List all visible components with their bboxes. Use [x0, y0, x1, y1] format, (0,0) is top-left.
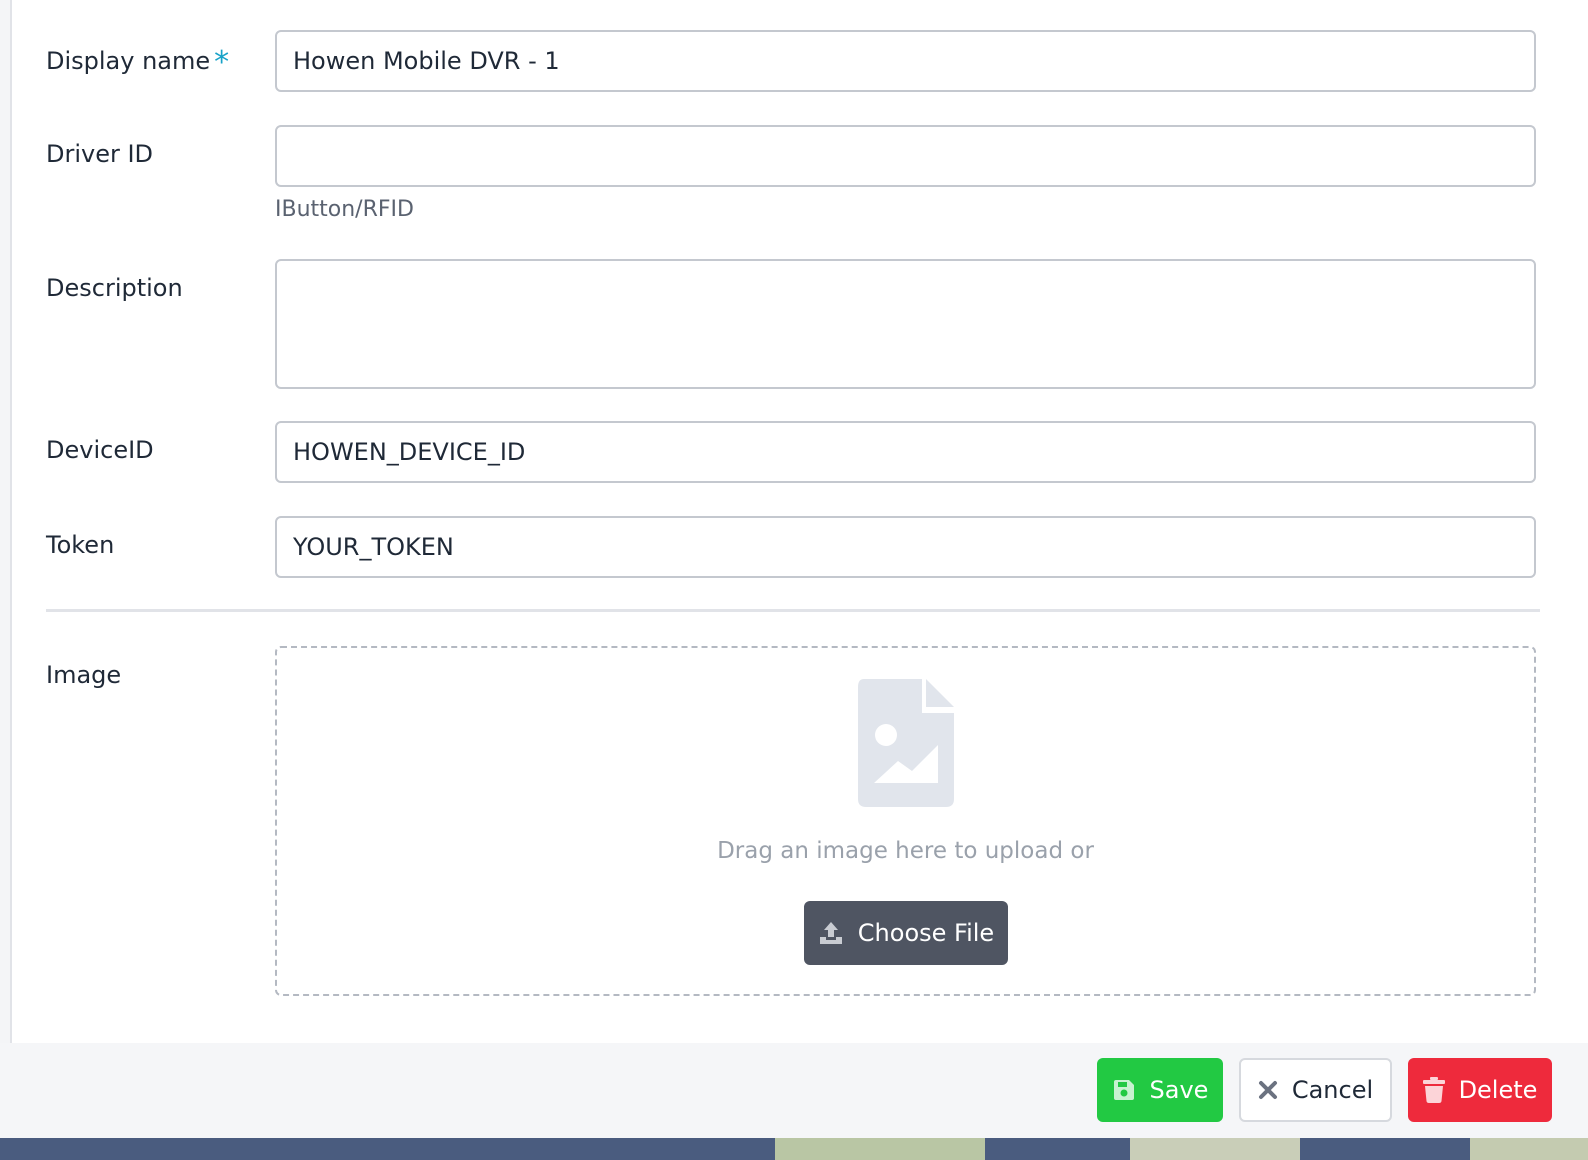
cancel-button[interactable]: Cancel	[1239, 1058, 1392, 1122]
token-field[interactable]	[275, 516, 1536, 578]
required-asterisk: *	[214, 45, 230, 80]
description-label: Description	[46, 274, 183, 302]
choose-file-label: Choose File	[857, 919, 995, 947]
close-icon	[1258, 1080, 1278, 1100]
driver-id-help-text: IButton/RFID	[275, 197, 414, 222]
device-id-label: DeviceID	[46, 436, 154, 464]
section-divider	[46, 609, 1540, 612]
delete-button[interactable]: Delete	[1408, 1058, 1552, 1122]
token-label: Token	[46, 531, 115, 559]
left-panel-edge	[0, 0, 12, 1043]
trash-icon	[1422, 1077, 1445, 1103]
floppy-disk-icon	[1112, 1078, 1136, 1102]
image-dropzone[interactable]: Drag an image here to upload or Choose F…	[275, 646, 1536, 996]
display-name-label-text: Display name	[46, 47, 211, 75]
display-name-input[interactable]	[293, 47, 1518, 75]
delete-button-label: Delete	[1458, 1076, 1538, 1104]
token-input[interactable]	[293, 533, 1518, 561]
map-terrain	[1130, 1138, 1300, 1160]
drop-instructions: Drag an image here to upload or	[717, 838, 1094, 864]
edit-device-page: Display name* Driver ID IButton/RFID Des…	[0, 0, 1588, 1160]
save-button-label: Save	[1149, 1076, 1209, 1104]
map-terrain	[775, 1138, 985, 1160]
save-button[interactable]: Save	[1097, 1058, 1223, 1122]
display-name-label: Display name *	[46, 45, 229, 80]
driver-id-input[interactable]	[293, 142, 1518, 170]
device-id-input[interactable]	[293, 438, 1518, 466]
display-name-field[interactable]	[275, 30, 1536, 92]
image-file-icon	[858, 679, 954, 807]
description-textarea[interactable]	[275, 259, 1536, 389]
map-terrain	[1470, 1138, 1588, 1160]
cancel-button-label: Cancel	[1291, 1076, 1374, 1104]
upload-icon	[818, 920, 844, 946]
driver-id-field[interactable]	[275, 125, 1536, 187]
form-footer: Save Cancel Delete	[0, 1043, 1588, 1138]
background-map-strip	[0, 1138, 1588, 1160]
choose-file-button[interactable]: Choose File	[804, 901, 1008, 965]
driver-id-label: Driver ID	[46, 140, 154, 168]
device-id-field[interactable]	[275, 421, 1536, 483]
image-label: Image	[46, 661, 122, 689]
